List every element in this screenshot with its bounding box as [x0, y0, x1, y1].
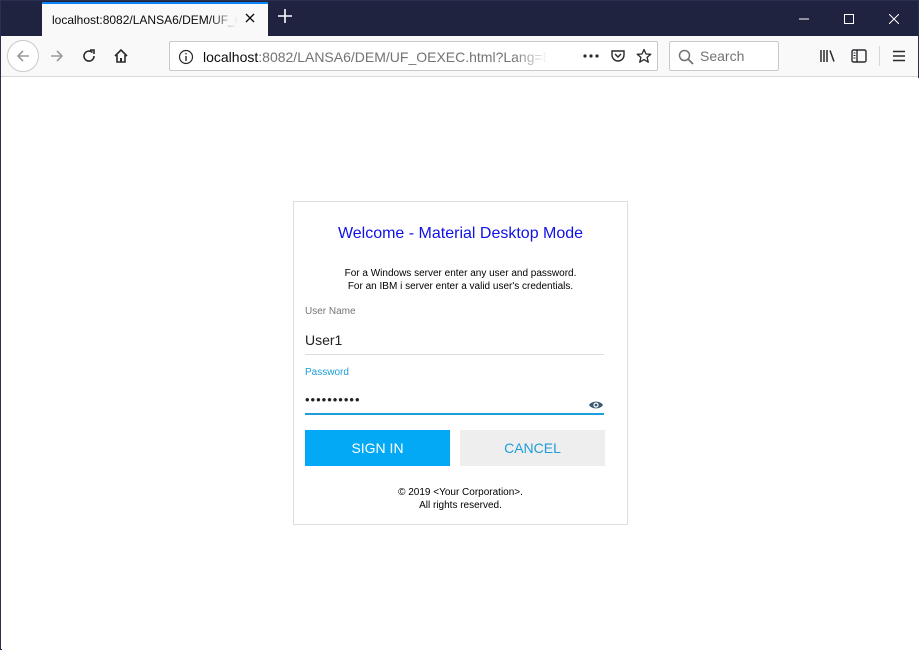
forward-button[interactable]	[42, 41, 72, 71]
sidebar-toggle-button[interactable]	[844, 41, 874, 71]
navigation-toolbar: localhost:8082/LANSA6/DEM/UF_OEXEC.html?…	[1, 36, 918, 77]
sign-in-button[interactable]: SIGN IN	[305, 430, 450, 466]
description-line-2: For an IBM i server enter a valid user's…	[347, 281, 574, 292]
back-button[interactable]	[7, 40, 39, 72]
login-description: For a Windows server enter any user and …	[294, 267, 627, 293]
browser-tab[interactable]: localhost:8082/LANSA6/DEM/UF_OEXEC.html?…	[42, 2, 268, 36]
window-close-button[interactable]	[871, 1, 917, 36]
url-path: :8082/LANSA6/DEM/UF_OEXEC.html?Lang=EN	[258, 49, 548, 65]
page-actions-icon[interactable]	[580, 46, 602, 66]
home-button[interactable]	[106, 41, 136, 71]
back-arrow-icon	[16, 50, 29, 62]
tab-bar: localhost:8082/LANSA6/DEM/UF_OEXEC.html?…	[1, 1, 918, 36]
browser-window: localhost:8082/LANSA6/DEM/UF_OEXEC.html?…	[0, 0, 919, 650]
url-text[interactable]: localhost:8082/LANSA6/DEM/UF_OEXEC.html?…	[203, 49, 548, 65]
copyright-line-1: © 2019 <Your Corporation>.	[398, 487, 523, 498]
copyright-line-2: All rights reserved.	[419, 500, 502, 511]
username-label: User Name	[305, 306, 356, 317]
search-icon	[678, 49, 694, 65]
library-icon	[820, 50, 835, 62]
url-host: localhost	[203, 49, 259, 65]
cancel-button[interactable]: CANCEL	[460, 430, 605, 466]
reload-button[interactable]	[74, 41, 104, 71]
login-card: Welcome - Material Desktop Mode For a Wi…	[293, 201, 628, 525]
address-bar[interactable]: localhost:8082/LANSA6/DEM/UF_OEXEC.html?…	[169, 41, 658, 71]
sidebar-icon	[851, 49, 867, 63]
login-title: Welcome - Material Desktop Mode	[337, 225, 584, 242]
library-button[interactable]	[813, 41, 843, 71]
page-content: Welcome - Material Desktop Mode For a Wi…	[2, 78, 919, 650]
toolbar-separator	[879, 46, 880, 66]
pocket-icon[interactable]	[607, 46, 629, 66]
menu-button[interactable]	[884, 41, 914, 71]
new-tab-button[interactable]	[275, 8, 295, 28]
username-field[interactable]	[305, 325, 604, 355]
password-label: Password	[305, 367, 349, 378]
minimize-button[interactable]	[781, 1, 827, 36]
search-input[interactable]	[700, 42, 776, 70]
maximize-button[interactable]	[826, 1, 872, 36]
reload-icon	[83, 49, 95, 62]
show-password-eye-icon[interactable]	[588, 397, 604, 413]
copyright-footer: © 2019 <Your Corporation>. All rights re…	[294, 486, 627, 512]
bookmark-star-icon[interactable]	[633, 46, 655, 66]
tab-close-icon[interactable]	[242, 11, 258, 27]
description-line-1: For a Windows server enter any user and …	[344, 268, 577, 279]
search-bar[interactable]	[669, 41, 779, 71]
password-field[interactable]	[305, 385, 604, 415]
forward-arrow-icon	[51, 50, 64, 62]
hamburger-menu-icon	[893, 50, 905, 62]
home-icon	[114, 48, 128, 63]
site-info-icon[interactable]	[178, 49, 194, 65]
tab-title: localhost:8082/LANSA6/DEM/UF_OEXEC.html?…	[52, 13, 238, 27]
